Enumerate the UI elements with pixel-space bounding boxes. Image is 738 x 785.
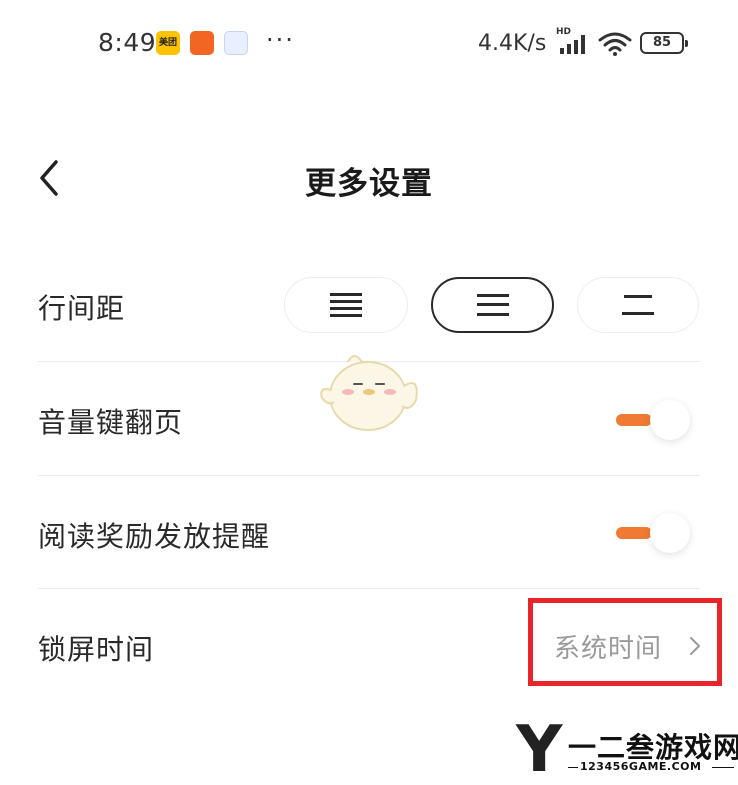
watermark-rule-left: [568, 767, 578, 768]
watermark: Y 一二叁游戏网 123456GAME.COM: [516, 716, 738, 785]
battery-icon: 85: [640, 32, 688, 54]
toggle-knob: [650, 400, 690, 440]
page-title: 更多设置: [305, 166, 433, 202]
wide-lines-icon: [622, 295, 654, 315]
watermark-url: 123456GAME.COM: [580, 760, 702, 773]
divider: [38, 475, 700, 476]
highlight-annotation-box: [528, 598, 722, 686]
mascot-chick-icon: [320, 355, 418, 431]
toggle-track: [616, 527, 652, 539]
wifi-icon: [598, 32, 632, 56]
volume-key-page-toggle[interactable]: [616, 400, 694, 440]
watermark-rule-right: [712, 767, 734, 768]
divider: [38, 588, 700, 589]
line-spacing-dense-option[interactable]: [284, 277, 408, 333]
reading-reward-reminder-label: 阅读奖励发放提醒: [38, 520, 271, 553]
dense-lines-icon: [330, 293, 362, 317]
uc-browser-app-icon: [190, 31, 214, 55]
toggle-track: [616, 414, 652, 426]
network-speed: 4.4K/s: [478, 31, 547, 56]
watermark-logo-letter: Y: [516, 713, 563, 785]
more-notifications-icon: ···: [266, 26, 295, 54]
meituan-app-icon: 美团: [156, 31, 180, 55]
lock-screen-time-label: 锁屏时间: [38, 633, 155, 666]
line-spacing-wide-option[interactable]: [577, 277, 699, 333]
status-time: 8:49: [98, 28, 157, 57]
status-bar: 8:49 美团 ··· 4.4K/s HD 85: [0, 0, 738, 90]
medium-lines-icon: [476, 294, 509, 316]
reading-reward-reminder-toggle[interactable]: [616, 513, 694, 553]
toggle-knob: [650, 513, 690, 553]
line-spacing-medium-option[interactable]: [431, 277, 554, 333]
baidu-app-icon: [224, 31, 248, 55]
volume-key-page-label: 音量键翻页: [38, 406, 184, 439]
line-spacing-label: 行间距: [38, 292, 126, 325]
signal-icon: [560, 34, 590, 54]
